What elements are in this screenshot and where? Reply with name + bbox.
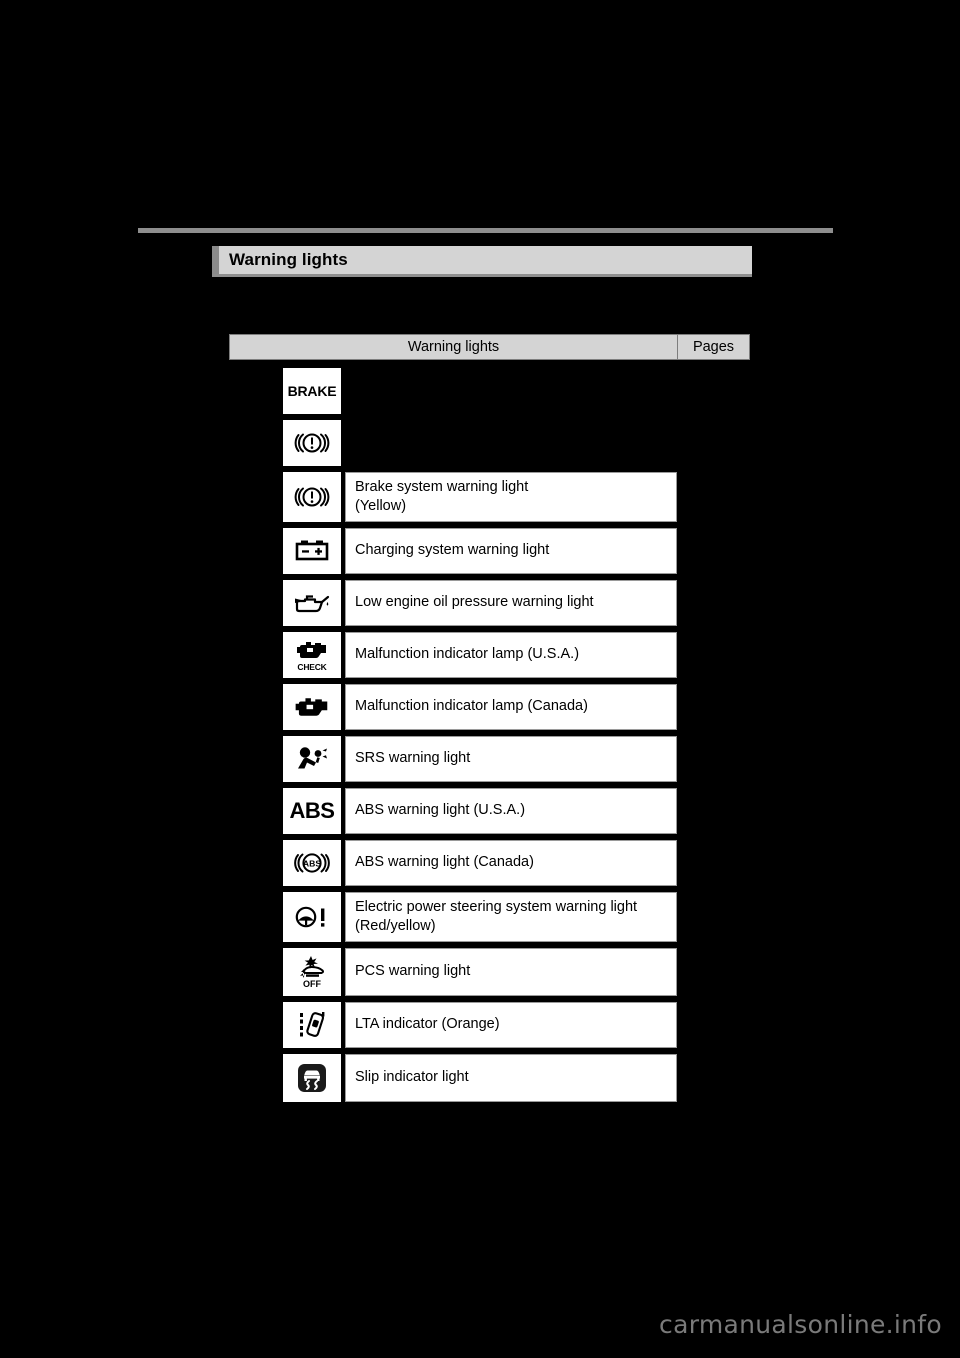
brake-system-warning-icon [283, 420, 341, 466]
abs-circle-glyph: ABS [294, 853, 330, 873]
row-description: Electric power steering system warning l… [345, 892, 677, 942]
table-row: Slip indicator light [283, 1054, 683, 1102]
page-title: Warning lights [229, 250, 348, 269]
table-row: ABS ABS warning light (Canada) [283, 840, 683, 886]
brake-system-warning-yellow-icon [283, 472, 341, 522]
table-header-warning-lights: Warning lights [230, 335, 678, 359]
table-header-row: Warning lights Pages [229, 334, 750, 360]
row-description: Brake system warning light (Yellow) [345, 472, 677, 522]
table-row: Electric power steering system warning l… [283, 892, 683, 942]
pcs-glyph [300, 956, 325, 978]
table-row: Low engine oil pressure warning light [283, 580, 683, 626]
table-row [283, 420, 683, 466]
malfunction-indicator-engine-icon [283, 684, 341, 730]
row-description: Malfunction indicator lamp (Canada) [345, 684, 677, 730]
section-heading-band: Warning lights [212, 246, 752, 274]
table-row: BRAKE [283, 368, 683, 414]
table-row: CHECK Malfunction indicator lamp (U.S.A.… [283, 632, 683, 678]
table-row: Brake system warning light (Yellow) [283, 472, 683, 522]
lane-departure-glyph [300, 1012, 325, 1037]
brake-system-glyph [294, 487, 330, 507]
section-top-rule [138, 228, 833, 233]
abs-icon-label: ABS [289, 798, 335, 823]
row-description: Slip indicator light [345, 1054, 677, 1102]
check-icon-label: CHECK [297, 661, 327, 672]
manual-page: Warning lights Warning lights Pages BRAK… [0, 0, 960, 1358]
row-description: SRS warning light [345, 736, 677, 782]
charging-system-warning-icon [283, 528, 341, 574]
table-row: LTA indicator (Orange) [283, 1002, 683, 1048]
abs-symbol-warning-icon: ABS [283, 840, 341, 886]
malfunction-indicator-check-icon: CHECK [283, 632, 341, 678]
lta-indicator-icon [283, 1002, 341, 1048]
pcs-warning-off-icon: OFF [283, 948, 341, 996]
brake-icon-label: BRAKE [287, 383, 337, 399]
table-row: Malfunction indicator lamp (Canada) [283, 684, 683, 730]
section-heading-accent [212, 246, 219, 274]
off-icon-label: OFF [303, 979, 321, 989]
abs-text-warning-icon: ABS [283, 788, 341, 834]
row-description: Malfunction indicator lamp (U.S.A.) [345, 632, 677, 678]
slip-indicator-icon [283, 1054, 341, 1102]
svg-text:ABS: ABS [303, 859, 321, 869]
airbag-glyph [298, 747, 327, 769]
brake-system-glyph [294, 433, 330, 453]
row-description: PCS warning light [345, 948, 677, 996]
site-watermark: carmanualsonline.info [659, 1310, 942, 1339]
row-description: LTA indicator (Orange) [345, 1002, 677, 1048]
table-row: SRS warning light [283, 736, 683, 782]
row-description: ABS warning light (U.S.A.) [345, 788, 677, 834]
table-row: Charging system warning light [283, 528, 683, 574]
row-description: Charging system warning light [345, 528, 677, 574]
row-description: ABS warning light (Canada) [345, 840, 677, 886]
brake-text-warning-icon: BRAKE [283, 368, 341, 414]
electric-power-steering-warning-icon [283, 892, 341, 942]
steering-wheel-glyph [295, 906, 325, 928]
row-description [345, 368, 677, 414]
warning-lights-table-body: BRAKE Brake system warning light (Yellow… [283, 368, 683, 1108]
table-row: OFF PCS warning light [283, 948, 683, 996]
row-description: Low engine oil pressure warning light [345, 580, 677, 626]
oil-can-glyph [295, 595, 330, 613]
engine-glyph [295, 698, 328, 716]
srs-warning-icon [283, 736, 341, 782]
slip-glyph [298, 1064, 326, 1092]
table-header-pages: Pages [692, 339, 735, 355]
row-description [345, 420, 677, 466]
low-engine-oil-pressure-warning-icon [283, 580, 341, 626]
battery-glyph [295, 540, 329, 561]
table-row: ABS ABS warning light (U.S.A.) [283, 788, 683, 834]
engine-glyph [297, 641, 326, 658]
